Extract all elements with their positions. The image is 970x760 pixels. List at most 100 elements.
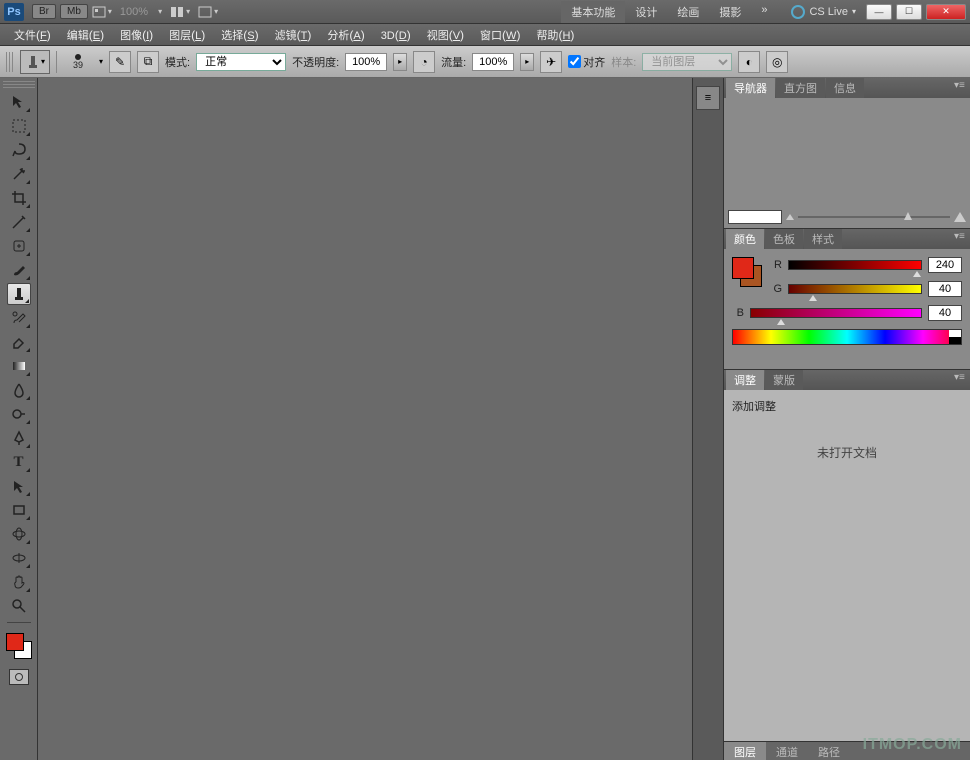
type-tool[interactable]: T bbox=[7, 451, 31, 473]
flow-flyout[interactable]: ▸ bbox=[520, 53, 534, 71]
g-input[interactable] bbox=[928, 281, 962, 297]
move-tool[interactable] bbox=[7, 91, 31, 113]
tab-info[interactable]: 信息 bbox=[826, 78, 864, 98]
crop-tool[interactable] bbox=[7, 187, 31, 209]
color-swatch[interactable] bbox=[6, 633, 32, 659]
workspace-more[interactable]: » bbox=[751, 1, 777, 23]
aligned-checkbox[interactable]: 对齐 bbox=[568, 54, 605, 70]
magic-wand-tool[interactable] bbox=[7, 163, 31, 185]
arrange-dropdown[interactable] bbox=[170, 6, 190, 18]
history-brush-tool[interactable] bbox=[7, 307, 31, 329]
healing-brush-tool[interactable] bbox=[7, 235, 31, 257]
navigator-zoom-input[interactable] bbox=[728, 210, 782, 224]
minibridge-button[interactable]: Mb bbox=[60, 4, 88, 19]
blend-mode-select[interactable]: 正常 bbox=[196, 53, 286, 71]
color-preview[interactable] bbox=[732, 257, 762, 287]
tab-histogram[interactable]: 直方图 bbox=[776, 78, 825, 98]
workspace-essentials[interactable]: 基本功能 bbox=[561, 1, 625, 23]
navigator-zoom-slider[interactable] bbox=[798, 216, 950, 218]
rectangle-tool[interactable] bbox=[7, 499, 31, 521]
3d-rotate-tool[interactable] bbox=[7, 523, 31, 545]
dodge-tool[interactable] bbox=[7, 403, 31, 425]
clone-stamp-tool[interactable] bbox=[7, 283, 31, 305]
color-panel: 颜色 色板 样式 ▾≡ R G B bbox=[724, 229, 970, 370]
menu-analysis[interactable]: 分析(A) bbox=[319, 27, 372, 43]
app-logo: Ps bbox=[4, 3, 24, 21]
airbrush-toggle[interactable]: ✈ bbox=[540, 51, 562, 73]
pen-tool[interactable] bbox=[7, 427, 31, 449]
tab-layers[interactable]: 图层 bbox=[724, 742, 766, 760]
zoom-dropdown[interactable] bbox=[156, 7, 162, 16]
cslive-icon bbox=[791, 5, 805, 19]
tab-channels[interactable]: 通道 bbox=[766, 742, 808, 760]
tab-paths[interactable]: 路径 bbox=[808, 742, 850, 760]
history-panel-icon[interactable]: ≡ bbox=[696, 86, 720, 110]
adjustments-menu-icon[interactable]: ▾≡ bbox=[954, 372, 968, 386]
quick-mask-toggle[interactable] bbox=[9, 669, 29, 685]
menu-edit[interactable]: 编辑(E) bbox=[59, 27, 112, 43]
maximize-button[interactable]: ☐ bbox=[896, 4, 922, 20]
lasso-tool[interactable] bbox=[7, 139, 31, 161]
tab-adjustments[interactable]: 调整 bbox=[726, 370, 764, 390]
opacity-flyout[interactable]: ▸ bbox=[393, 53, 407, 71]
menu-help[interactable]: 帮助(H) bbox=[528, 27, 582, 43]
hand-tool[interactable] bbox=[7, 571, 31, 593]
zoom-level: 100% bbox=[120, 6, 148, 18]
close-button[interactable]: ✕ bbox=[926, 4, 966, 20]
zoom-out-icon[interactable] bbox=[786, 214, 794, 220]
3d-camera-tool[interactable] bbox=[7, 547, 31, 569]
g-label: G bbox=[770, 283, 782, 295]
workspace-painting[interactable]: 绘画 bbox=[667, 1, 709, 23]
menu-layer[interactable]: 图层(L) bbox=[161, 27, 213, 43]
options-grip[interactable] bbox=[6, 52, 14, 72]
tools-grip[interactable] bbox=[3, 80, 35, 88]
menu-image[interactable]: 图像(I) bbox=[112, 27, 161, 43]
menu-window[interactable]: 窗口(W) bbox=[472, 27, 528, 43]
r-slider[interactable] bbox=[788, 260, 922, 270]
tablet-pressure-toggle[interactable]: ◎ bbox=[766, 51, 788, 73]
screen-mode-dropdown[interactable] bbox=[198, 6, 218, 18]
menu-view[interactable]: 视图(V) bbox=[419, 27, 472, 43]
tab-masks[interactable]: 蒙版 bbox=[765, 370, 803, 390]
workspace-design[interactable]: 设计 bbox=[625, 1, 667, 23]
color-spectrum[interactable] bbox=[732, 329, 962, 345]
opacity-input[interactable] bbox=[345, 53, 387, 71]
flow-input[interactable] bbox=[472, 53, 514, 71]
eyedropper-tool[interactable] bbox=[7, 211, 31, 233]
tab-styles[interactable]: 样式 bbox=[804, 229, 842, 249]
b-slider[interactable] bbox=[750, 308, 922, 318]
path-selection-tool[interactable] bbox=[7, 475, 31, 497]
brush-tool[interactable] bbox=[7, 259, 31, 281]
current-tool-preset[interactable]: ▾ bbox=[20, 50, 50, 74]
color-menu-icon[interactable]: ▾≡ bbox=[954, 231, 968, 245]
menu-filter[interactable]: 滤镜(T) bbox=[267, 27, 320, 43]
eraser-tool[interactable] bbox=[7, 331, 31, 353]
navigator-menu-icon[interactable]: ▾≡ bbox=[954, 80, 968, 94]
menu-file[interactable]: 文件(F) bbox=[6, 27, 59, 43]
b-input[interactable] bbox=[928, 305, 962, 321]
menu-select[interactable]: 选择(S) bbox=[213, 27, 266, 43]
tab-color[interactable]: 颜色 bbox=[726, 229, 764, 249]
bridge-button[interactable]: Br bbox=[32, 4, 56, 19]
g-slider[interactable] bbox=[788, 284, 922, 294]
tab-swatches[interactable]: 色板 bbox=[765, 229, 803, 249]
menu-3d[interactable]: 3D(D) bbox=[373, 28, 419, 42]
gradient-tool[interactable] bbox=[7, 355, 31, 377]
ignore-adj-toggle[interactable]: ◐ bbox=[738, 51, 760, 73]
brush-panel-toggle[interactable]: ✎ bbox=[109, 51, 131, 73]
clone-source-toggle[interactable]: ⧉ bbox=[137, 51, 159, 73]
workspace-photography[interactable]: 摄影 bbox=[709, 1, 751, 23]
zoom-in-icon[interactable] bbox=[954, 212, 966, 222]
view-extras-dropdown[interactable] bbox=[92, 6, 112, 18]
minimize-button[interactable]: — bbox=[866, 4, 892, 20]
foreground-color[interactable] bbox=[6, 633, 24, 651]
opacity-pressure-toggle[interactable]: ◔ bbox=[413, 51, 435, 73]
blur-tool[interactable] bbox=[7, 379, 31, 401]
cslive-button[interactable]: CS Live▾ bbox=[785, 5, 862, 19]
r-input[interactable] bbox=[928, 257, 962, 273]
collapsed-dock: ≡ bbox=[692, 78, 724, 760]
tab-navigator[interactable]: 导航器 bbox=[726, 78, 775, 98]
brush-preset-picker[interactable]: 39 bbox=[63, 50, 93, 74]
marquee-tool[interactable] bbox=[7, 115, 31, 137]
zoom-tool[interactable] bbox=[7, 595, 31, 617]
